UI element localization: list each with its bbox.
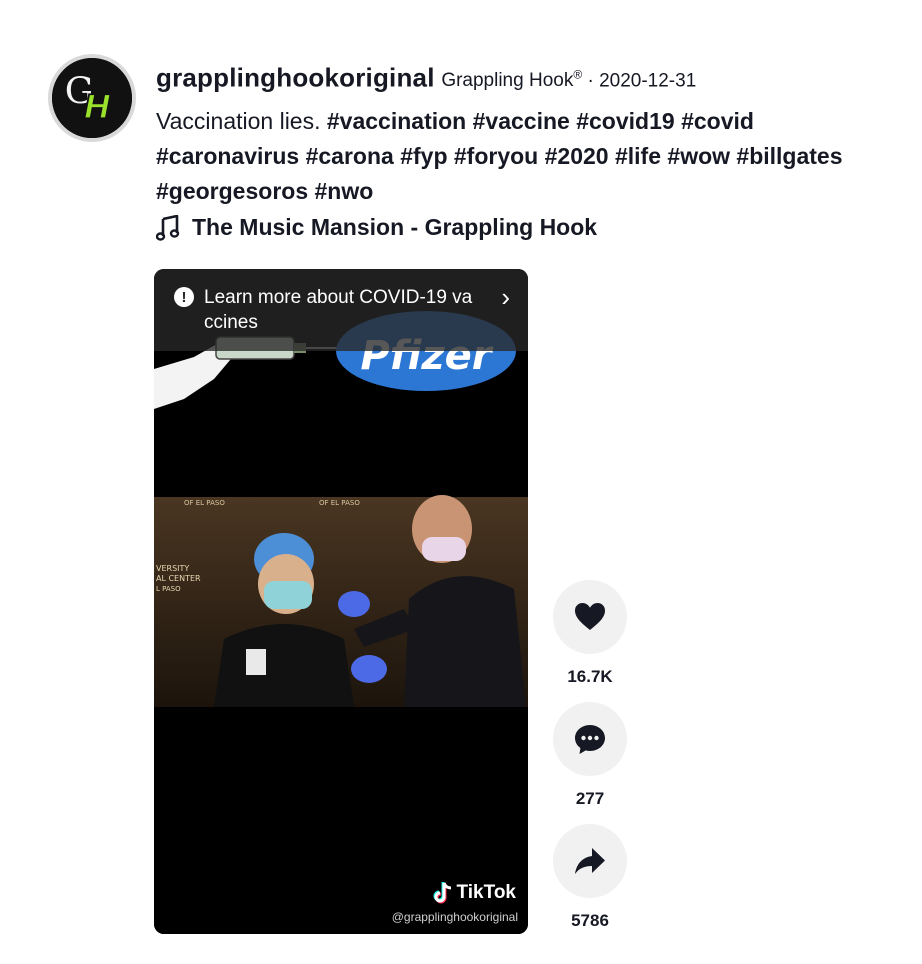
covid-info-banner[interactable]: ! Learn more about COVID-19 vaccines › — [154, 269, 528, 351]
svg-text:H: H — [84, 88, 111, 126]
hashtag-link[interactable]: #vaccine — [473, 108, 570, 134]
comment-count: 277 — [575, 789, 605, 808]
music-note-icon — [156, 214, 180, 241]
avatar-logo-icon: G H — [52, 58, 132, 138]
share-button[interactable] — [553, 824, 627, 898]
tiktok-watermark: TikTok — [433, 882, 516, 904]
post-date: · 2020-12-31 — [582, 70, 697, 92]
username-link[interactable]: grapplinghookoriginal — [156, 62, 435, 92]
hashtag-link[interactable]: #2020 — [545, 143, 609, 169]
comment-icon — [575, 725, 605, 754]
covid-info-text: Learn more about COVID-19 vaccines — [204, 287, 473, 333]
hashtag-link[interactable]: #carona — [306, 143, 394, 169]
face-mask — [264, 581, 312, 609]
hashtag-link[interactable]: #georgesoros — [156, 178, 308, 204]
chevron-right-icon: › — [501, 282, 510, 312]
nickname: Grappling Hook® — [441, 68, 583, 92]
music-link[interactable]: The Music Mansion - Grappling Hook — [156, 214, 597, 241]
svg-text:OF EL PASO: OF EL PASO — [184, 499, 225, 507]
hashtag-link[interactable]: #caronavirus — [156, 143, 299, 169]
nurse-body — [404, 576, 526, 707]
video-player[interactable]: Pfizer OF EL PASO OF EL PASO VERSITY AL … — [154, 269, 528, 934]
hashtag-link[interactable]: #vaccination — [327, 108, 466, 134]
glove-right — [351, 655, 387, 683]
hashtag-link[interactable]: #fyp — [400, 143, 447, 169]
alert-circle-icon: ! — [174, 287, 194, 307]
hashtag-link[interactable]: #billgates — [736, 143, 842, 169]
svg-text:VERSITY: VERSITY — [156, 564, 189, 573]
svg-text:AL CENTER: AL CENTER — [156, 574, 201, 583]
like-count: 16.7K — [567, 667, 613, 686]
avatar[interactable]: G H — [48, 54, 136, 142]
action-bar: 16.7K 277 5786 — [552, 580, 628, 932]
hashtag-link[interactable]: #covid19 — [576, 108, 674, 134]
share-action: 5786 — [552, 824, 628, 932]
hashtag-link[interactable]: #nwo — [315, 178, 374, 204]
music-title: The Music Mansion - Grappling Hook — [192, 214, 598, 240]
svg-text:L PASO: L PASO — [156, 585, 181, 593]
tiktok-label: TikTok — [456, 882, 516, 903]
hashtag-link[interactable]: #wow — [667, 143, 730, 169]
patient-body — [214, 624, 354, 707]
heart-icon — [575, 603, 605, 630]
share-count: 5786 — [571, 911, 609, 930]
tiktok-logo-icon — [433, 882, 451, 904]
hashtag-link[interactable]: #foryou — [454, 143, 538, 169]
watermark-username: @grapplinghookoriginal — [391, 910, 518, 924]
hashtag-link[interactable]: #covid — [681, 108, 754, 134]
svg-text:OF EL PASO: OF EL PASO — [319, 499, 360, 507]
comment-button[interactable] — [553, 702, 627, 776]
caption-text: Vaccination lies. — [156, 108, 327, 135]
share-icon — [575, 848, 605, 874]
caption: Vaccination lies. #vaccination #vaccine … — [156, 104, 896, 209]
like-action: 16.7K — [552, 580, 628, 688]
glove-left — [338, 591, 370, 617]
post-header: grapplinghookoriginal Grappling Hook® · … — [156, 58, 896, 209]
hashtag-link[interactable]: #life — [615, 143, 661, 169]
like-button[interactable] — [553, 580, 627, 654]
video-frame: Pfizer OF EL PASO OF EL PASO VERSITY AL … — [154, 269, 528, 934]
comment-action: 277 — [552, 702, 628, 810]
